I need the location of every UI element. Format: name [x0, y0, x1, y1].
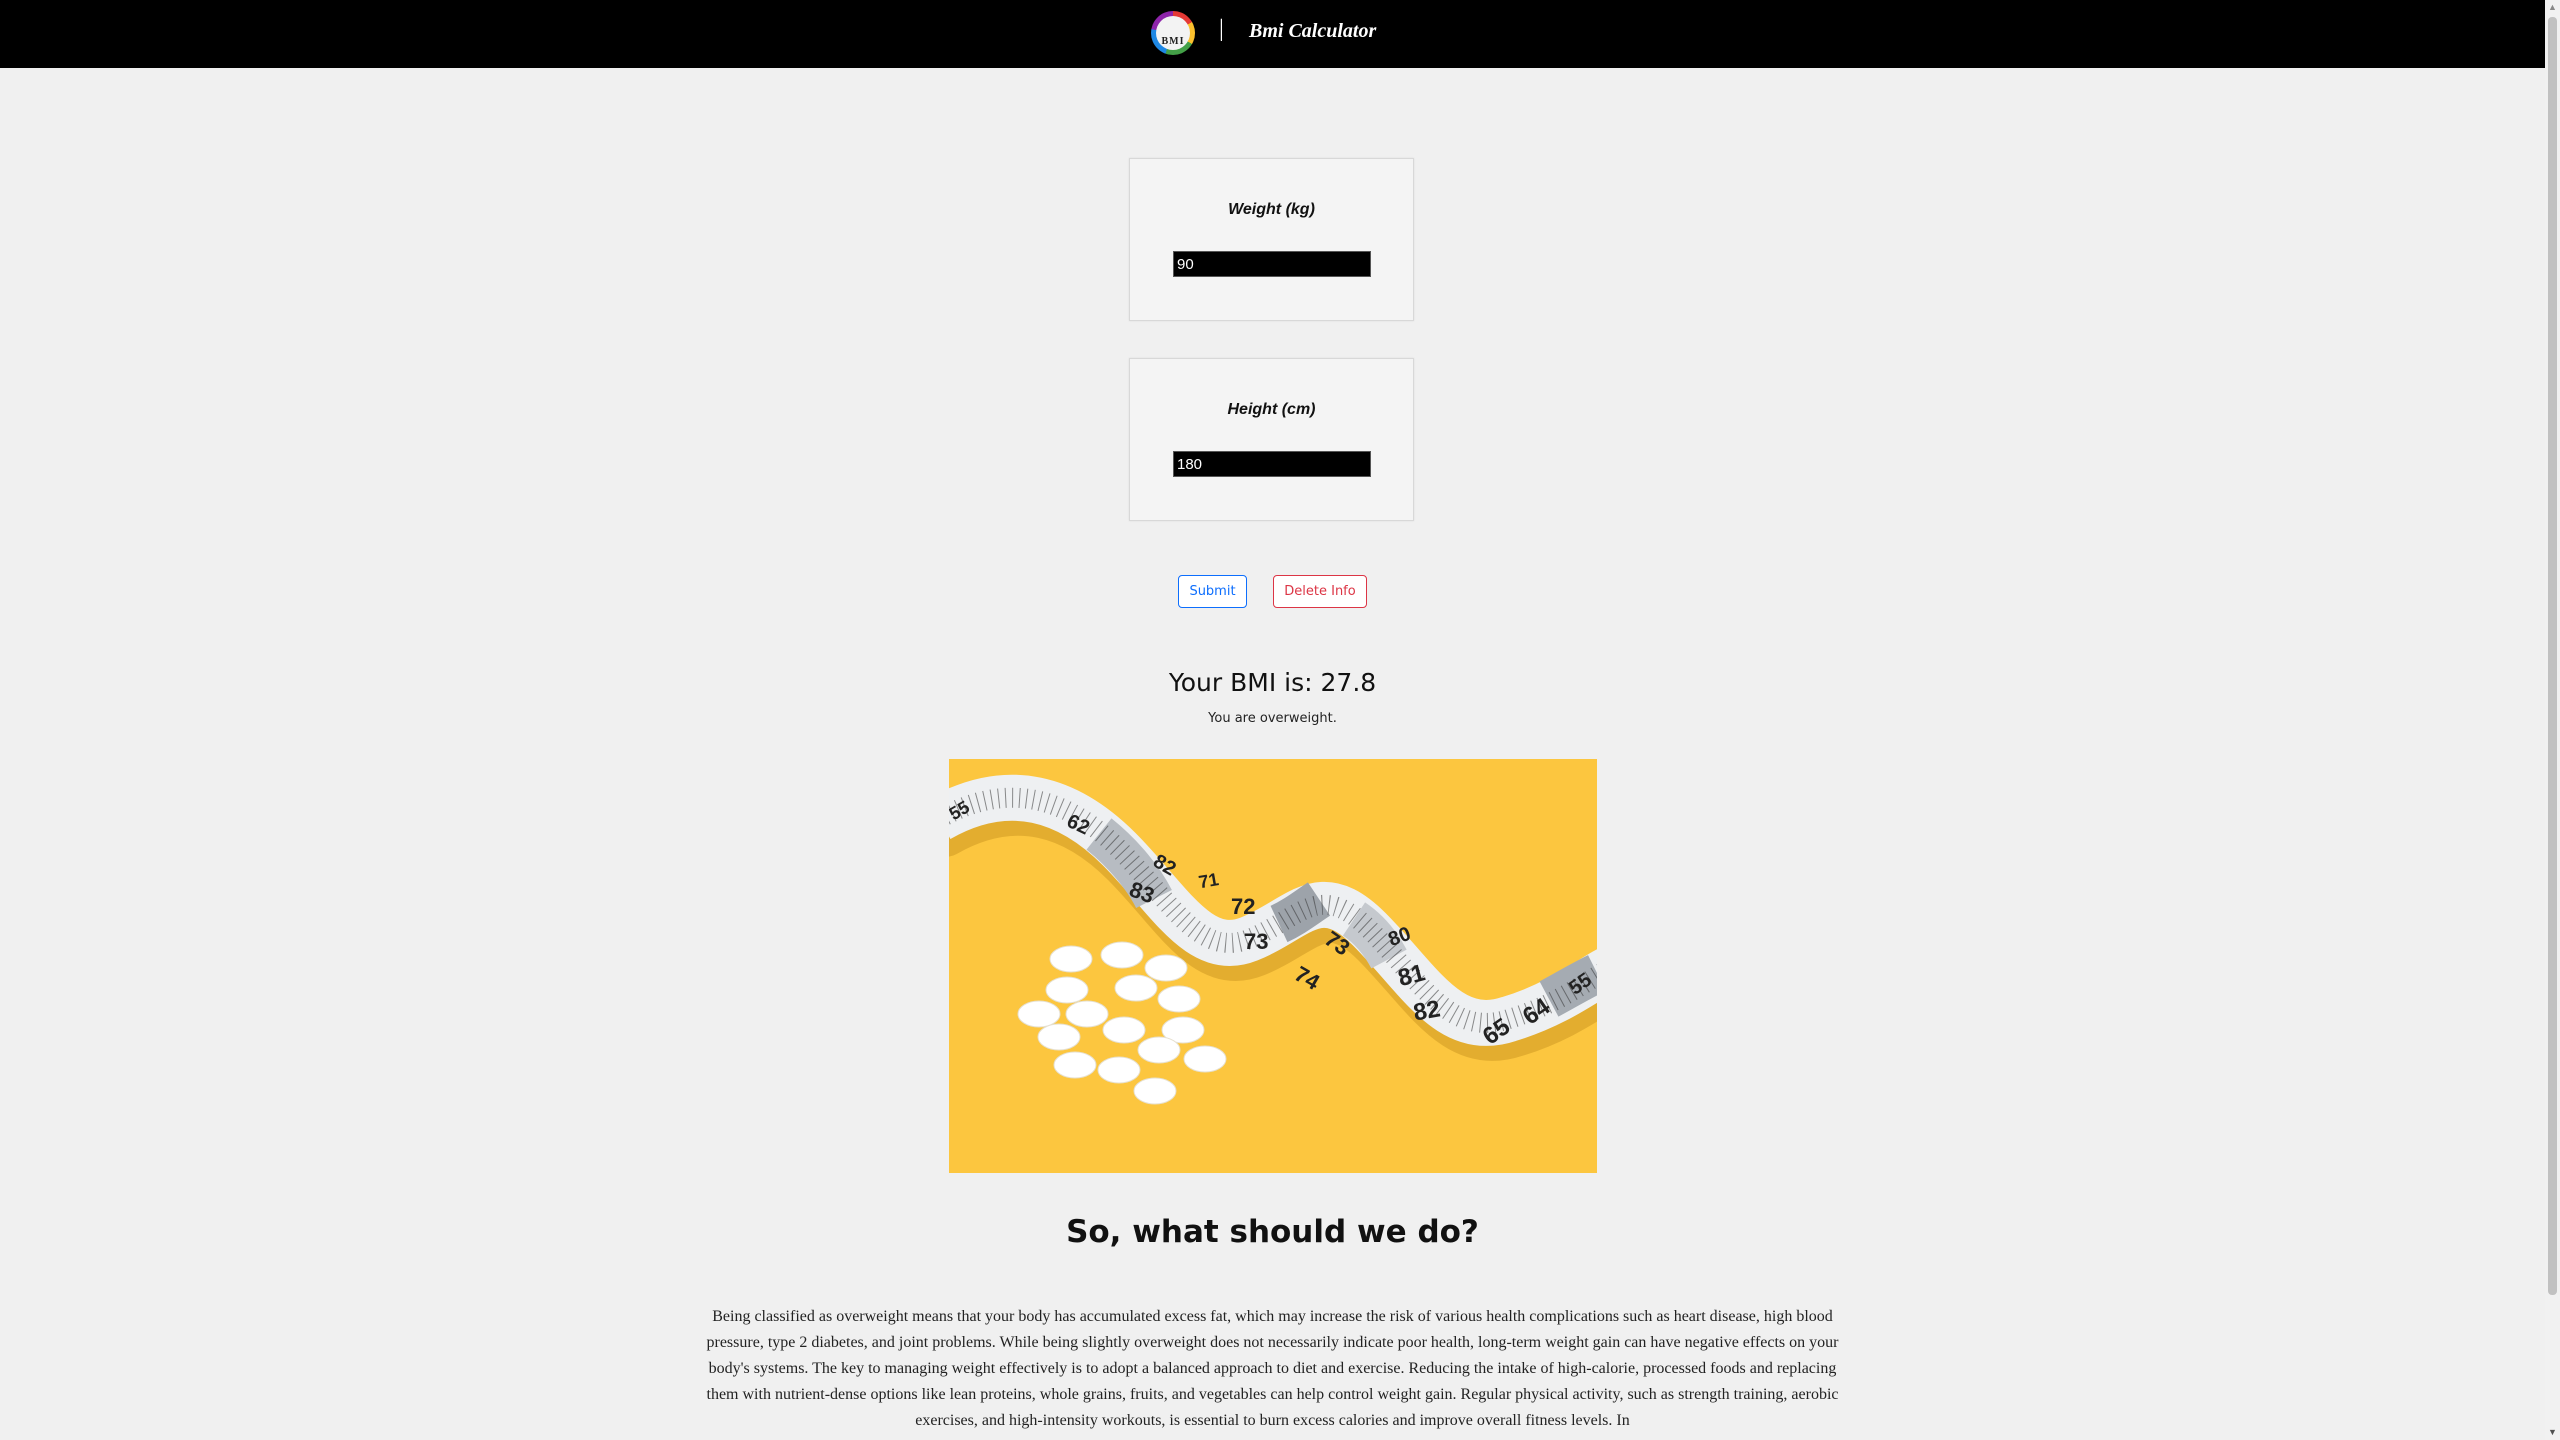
weight-card: Weight (kg)	[1129, 158, 1414, 321]
weight-label: Weight (kg)	[1228, 201, 1315, 218]
height-card: Height (cm)	[1129, 358, 1414, 521]
weight-input[interactable]	[1173, 251, 1371, 277]
delete-info-button[interactable]: Delete Info	[1273, 575, 1367, 608]
tape-number-5: 71	[1197, 869, 1220, 892]
bmi-status: You are overweight.	[1208, 711, 1337, 726]
scroll-up-icon[interactable]: ▲	[2545, 0, 2560, 15]
bmi-logo-icon[interactable]: BMI	[1151, 11, 1195, 55]
tape-number-6: 72	[1231, 894, 1255, 919]
scroll-down-icon[interactable]: ▼	[2545, 1425, 2560, 1440]
header-separator: |	[1219, 16, 1224, 42]
bmi-result: Your BMI is: 27.8	[1168, 668, 1377, 697]
measuring-tape-image: 55 62 82 83 71 72 73 73 74 80 81 82 64 6…	[949, 759, 1597, 1173]
tape-and-pills-illustration: 55 62 82 83 71 72 73 73 74 80 81 82 64 6…	[949, 759, 1597, 1173]
page: BMI | Bmi Calculator Weight (kg) Height …	[0, 0, 2560, 1440]
page-scrollbar[interactable]: ▲ ▼	[2545, 0, 2560, 1440]
tape-number-12: 82	[1411, 995, 1442, 1026]
advice-paragraph: Being classified as overweight means tha…	[706, 1308, 1839, 1429]
tape-number-7: 73	[1244, 929, 1268, 954]
submit-button[interactable]: Submit	[1178, 575, 1247, 608]
top-navbar: BMI | Bmi Calculator	[0, 0, 2545, 68]
scrollbar-thumb[interactable]	[2548, 17, 2557, 1295]
logo-text: BMI	[1156, 16, 1190, 50]
advice-heading: So, what should we do?	[1066, 1214, 1479, 1250]
app-title[interactable]: Bmi Calculator	[1249, 20, 1376, 43]
height-input[interactable]	[1173, 451, 1371, 477]
height-label: Height (cm)	[1227, 401, 1316, 418]
